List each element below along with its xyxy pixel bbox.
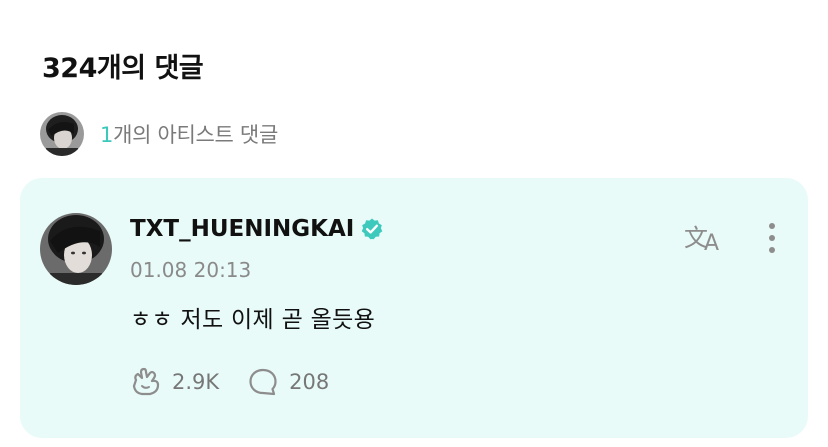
comments-page: 324개의 댓글 1개의 아티스트 댓글 TXT_HUENINGKAI 01.0…	[0, 0, 828, 447]
artist-comments-toggle[interactable]: 1개의 아티스트 댓글	[40, 112, 278, 156]
artist-comment-count: 1	[100, 123, 114, 147]
comment-actions: 2.9K 208	[130, 366, 329, 398]
speech-bubble-icon	[247, 366, 279, 398]
comment-timestamp: 01.08 20:13	[130, 258, 252, 282]
translate-icon[interactable]: 文 A	[684, 220, 728, 256]
username-row: TXT_HUENINGKAI	[130, 216, 384, 242]
more-vertical-icon[interactable]	[762, 220, 782, 256]
comments-count-title: 324개의 댓글	[42, 53, 204, 84]
svg-text:A: A	[704, 231, 719, 254]
user-avatar[interactable]	[40, 213, 112, 285]
like-count: 2.9K	[172, 370, 220, 394]
comment-text: ㅎㅎ 저도 이제 곧 올듯용	[130, 307, 376, 333]
reply-button[interactable]: 208	[247, 366, 329, 398]
artist-comment-label: 개의 아티스트 댓글	[113, 123, 278, 147]
verified-badge-icon	[360, 217, 384, 241]
cheer-hand-icon	[130, 366, 162, 398]
username[interactable]: TXT_HUENINGKAI	[130, 216, 354, 242]
artist-mini-avatar	[40, 112, 84, 156]
like-button[interactable]: 2.9K	[130, 366, 219, 398]
reply-count: 208	[289, 370, 330, 394]
